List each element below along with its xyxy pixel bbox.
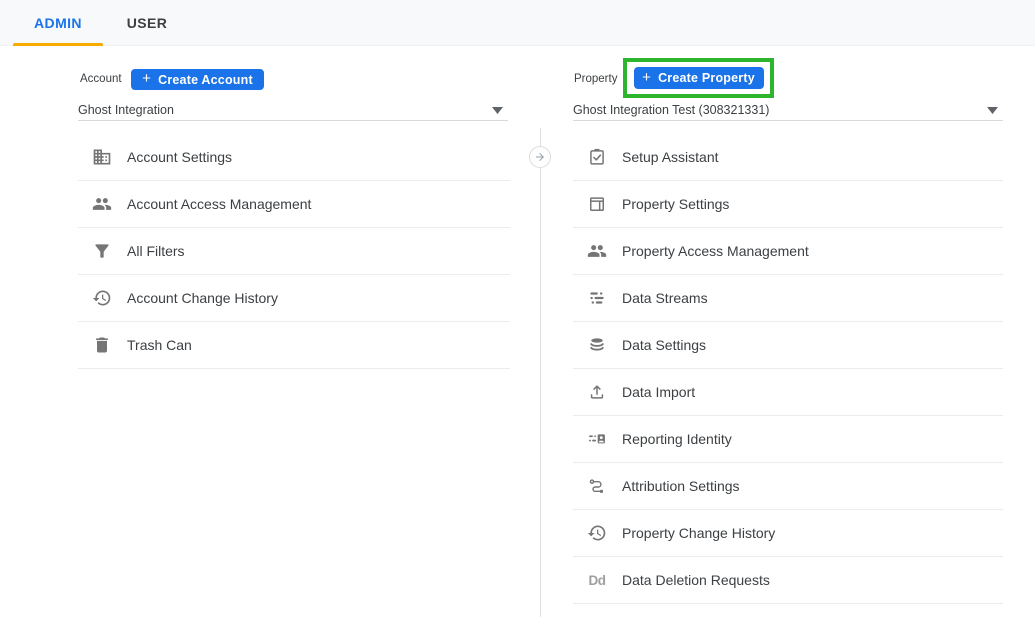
history-icon <box>587 523 607 543</box>
building-icon <box>92 147 112 167</box>
create-account-button[interactable]: + Create Account <box>131 69 264 90</box>
column-divider <box>540 128 541 617</box>
people-icon <box>92 194 112 214</box>
highlight-box: + Create Property <box>623 58 774 98</box>
menu-item-label: Account Access Management <box>127 196 311 212</box>
clipboard-check-icon <box>587 147 607 167</box>
tab-user[interactable]: USER <box>107 0 187 46</box>
menu-item-label: Account Change History <box>127 290 278 306</box>
tab-user-label: USER <box>127 15 168 31</box>
menu-item-property-change-history[interactable]: Property Change History <box>573 510 1003 557</box>
people-icon <box>587 241 607 261</box>
menu-item-data-streams[interactable]: Data Streams <box>573 275 1003 322</box>
menu-item-label: Data Import <box>622 384 695 400</box>
plus-icon: + <box>142 71 151 86</box>
menu-item-data-deletion-requests[interactable]: Dd Data Deletion Requests <box>573 557 1003 604</box>
menu-item-trash-can[interactable]: Trash Can <box>78 322 510 369</box>
menu-item-property-settings[interactable]: Property Settings <box>573 181 1003 228</box>
tab-admin-label: ADMIN <box>34 15 82 31</box>
data-streams-icon <box>587 288 607 308</box>
menu-item-label: All Filters <box>127 243 185 259</box>
account-menu: Account Settings Account Access Manageme… <box>78 134 510 369</box>
upload-icon <box>587 382 607 402</box>
plus-icon: + <box>642 70 651 85</box>
menu-item-setup-assistant[interactable]: Setup Assistant <box>573 134 1003 181</box>
history-icon <box>92 288 112 308</box>
menu-item-account-access-management[interactable]: Account Access Management <box>78 181 510 228</box>
window-icon <box>587 194 607 214</box>
active-tab-indicator <box>13 43 103 46</box>
admin-page: ADMIN USER Account + Create Account Ghos… <box>0 0 1035 617</box>
property-menu: Setup Assistant Property Settings Proper… <box>573 134 1003 604</box>
menu-item-label: Account Settings <box>127 149 232 165</box>
property-selector-value: Ghost Integration Test (308321331) <box>573 103 987 117</box>
trash-icon <box>92 335 112 355</box>
menu-item-reporting-identity[interactable]: Reporting Identity <box>573 416 1003 463</box>
database-icon <box>587 335 607 355</box>
menu-item-label: Property Access Management <box>622 243 809 259</box>
menu-item-data-settings[interactable]: Data Settings <box>573 322 1003 369</box>
dd-glyph-icon: Dd <box>587 570 607 590</box>
property-selector[interactable]: Ghost Integration Test (308321331) <box>573 99 1003 121</box>
menu-item-label: Property Settings <box>622 196 729 212</box>
menu-item-label: Reporting Identity <box>622 431 732 447</box>
account-selector-value: Ghost Integration <box>78 103 492 117</box>
menu-item-label: Property Change History <box>622 525 775 541</box>
menu-item-label: Data Settings <box>622 337 706 353</box>
tab-admin[interactable]: ADMIN <box>13 0 103 46</box>
account-selector[interactable]: Ghost Integration <box>78 99 508 121</box>
menu-item-attribution-settings[interactable]: Attribution Settings <box>573 463 1003 510</box>
menu-item-account-change-history[interactable]: Account Change History <box>78 275 510 322</box>
menu-item-label: Data Deletion Requests <box>622 572 770 588</box>
account-column-label: Account <box>80 73 122 85</box>
identity-card-icon <box>587 429 607 449</box>
collapse-account-column-button[interactable] <box>529 146 551 168</box>
property-column-label: Property <box>574 73 617 85</box>
arrow-right-icon <box>534 151 546 163</box>
menu-item-label: Attribution Settings <box>622 478 740 494</box>
menu-item-label: Data Streams <box>622 290 708 306</box>
menu-item-label: Setup Assistant <box>622 149 719 165</box>
create-property-label: Create Property <box>658 71 755 85</box>
menu-item-property-access-management[interactable]: Property Access Management <box>573 228 1003 275</box>
attribution-path-icon <box>587 476 607 496</box>
menu-item-all-filters[interactable]: All Filters <box>78 228 510 275</box>
tab-bar: ADMIN USER <box>0 0 1035 46</box>
create-account-label: Create Account <box>158 73 253 87</box>
menu-item-account-settings[interactable]: Account Settings <box>78 134 510 181</box>
create-property-button[interactable]: + Create Property <box>634 67 764 89</box>
menu-item-data-import[interactable]: Data Import <box>573 369 1003 416</box>
menu-item-label: Trash Can <box>127 337 192 353</box>
chevron-down-icon <box>987 101 998 119</box>
chevron-down-icon <box>492 101 503 119</box>
filter-icon <box>92 241 112 261</box>
